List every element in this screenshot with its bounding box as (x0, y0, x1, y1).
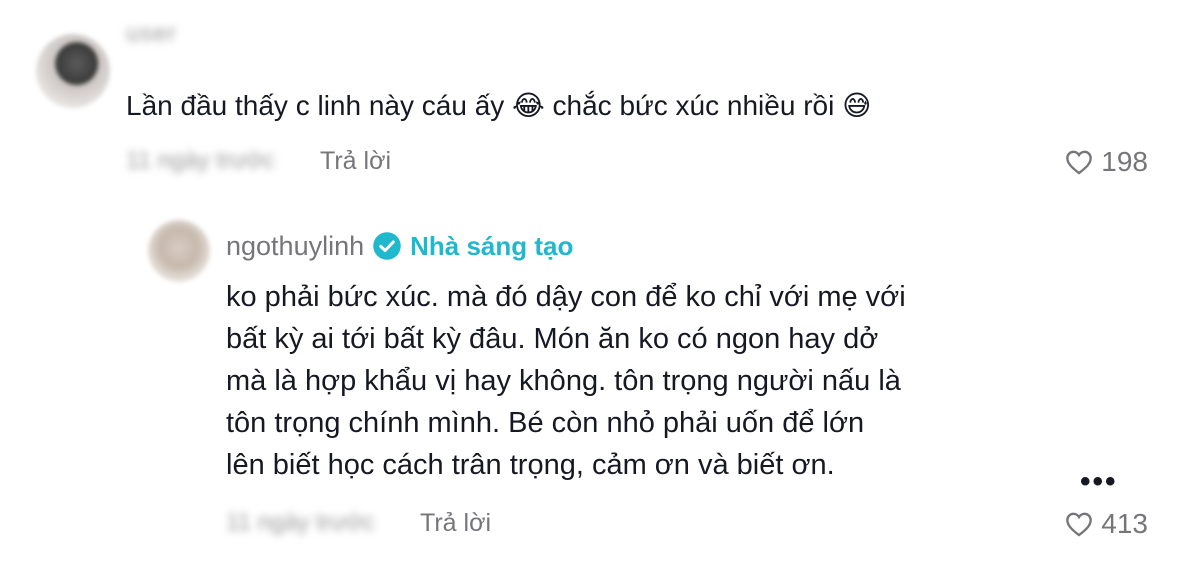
reply-reply-button[interactable]: Trả lời (420, 509, 491, 538)
more-dots-icon: ••• (1080, 465, 1118, 498)
comment-text: Lần đầu thấy c linh này cáu ấy 😂 chắc bứ… (126, 90, 872, 121)
reply-username[interactable]: ngothuylinh (226, 231, 364, 262)
reply-avatar[interactable] (148, 220, 210, 282)
heart-icon (1065, 511, 1093, 537)
reply-like-count: 413 (1101, 508, 1148, 539)
more-options-button[interactable]: ••• (1080, 467, 1118, 497)
comment-avatar[interactable] (36, 34, 110, 108)
reply-text-line: mà là hợp khẩu vị hay không. tôn trọng n… (226, 365, 901, 397)
comment-meta: 11 ngày trước Trả lời (126, 144, 391, 178)
comment-username[interactable]: user (126, 20, 177, 48)
reply-text-line: bất kỳ ai tới bất kỳ đâu. Món ăn ko có n… (226, 323, 879, 355)
comment-reply-button[interactable]: Trả lời (320, 147, 391, 176)
reply-timestamp: 11 ngày trước (226, 509, 375, 536)
reply-like-button[interactable]: 413 (1065, 508, 1148, 540)
comment-timestamp: 11 ngày trước (126, 147, 275, 174)
verified-icon (372, 231, 402, 261)
reply-header: ngothuylinh Nhà sáng tạo (226, 226, 573, 266)
heart-icon (1065, 149, 1093, 175)
creator-badge: Nhà sáng tạo (410, 230, 574, 261)
comment-like-button[interactable]: 198 (1065, 146, 1148, 178)
reply-text-line: tôn trọng chính mình. Bé còn nhỏ phải uố… (226, 407, 865, 439)
reply-meta: 11 ngày trước Trả lời (226, 506, 491, 540)
comment-like-count: 198 (1101, 146, 1148, 177)
reply-text-line: lên biết học cách trân trọng, cảm ơn và … (226, 449, 835, 481)
reply-text-line: ko phải bức xúc. mà đó dậy con để ko chỉ… (226, 281, 906, 313)
reply-text: ko phải bức xúc. mà đó dậy con để ko chỉ… (226, 276, 1046, 486)
